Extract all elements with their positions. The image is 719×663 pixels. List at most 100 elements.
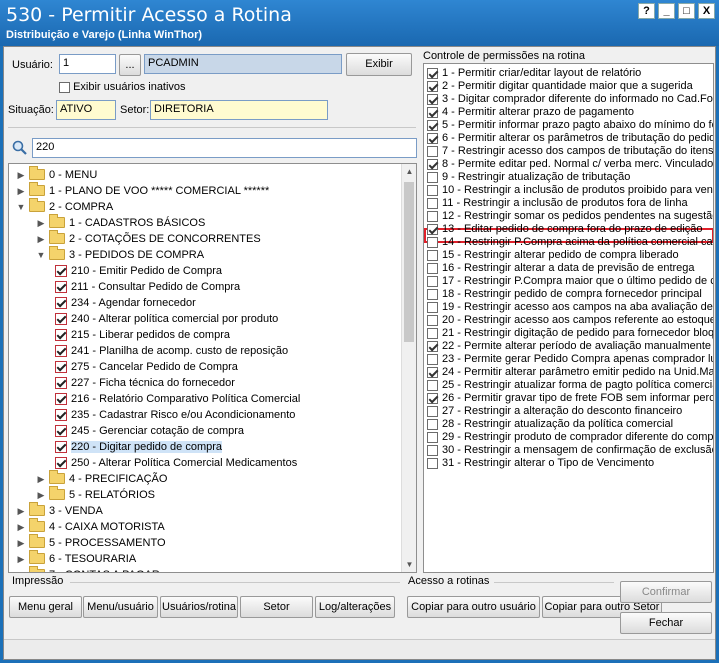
permission-checkbox[interactable] xyxy=(427,393,438,404)
exibir-button[interactable]: Exibir xyxy=(346,53,412,76)
permission-checkbox[interactable] xyxy=(427,263,438,274)
checkbox-checked-icon[interactable] xyxy=(55,393,67,405)
tree-folder-item[interactable]: ▶ 2 - COTAÇÕES DE CONCORRENTES xyxy=(35,230,261,247)
routine-tree[interactable]: ▲ ▼ ▶ 0 - MENU ▶ 1 - PLANO DE VOO ***** COM… xyxy=(8,163,417,573)
permission-checkbox[interactable] xyxy=(427,120,438,131)
checkbox-checked-icon[interactable] xyxy=(55,281,67,293)
permission-item[interactable]: 23 - Permite gerar Pedido Compra apenas … xyxy=(427,353,713,366)
permission-item[interactable]: 14 - Restringir P.Compra acima da políti… xyxy=(427,236,713,249)
checkbox-checked-icon[interactable] xyxy=(55,345,67,357)
permission-checkbox[interactable] xyxy=(427,302,438,313)
chevron-right-icon[interactable]: ▶ xyxy=(15,167,27,183)
permission-checkbox[interactable] xyxy=(427,250,438,261)
tree-routine-item[interactable]: 240 - Alterar política comercial por pro… xyxy=(53,311,278,327)
tree-routine-item[interactable]: 216 - Relatório Comparativo Política Com… xyxy=(53,391,300,407)
permission-checkbox[interactable] xyxy=(427,367,438,378)
permission-checkbox[interactable] xyxy=(427,276,438,287)
checkbox-checked-icon[interactable] xyxy=(55,265,67,277)
search-input[interactable]: 220 xyxy=(32,138,417,158)
chevron-down-icon[interactable]: ▼ xyxy=(35,247,47,263)
setor-button[interactable]: Setor xyxy=(240,596,313,618)
checkbox-checked-icon[interactable] xyxy=(55,297,67,309)
tree-routine-item[interactable]: 211 - Consultar Pedido de Compra xyxy=(53,279,240,295)
chevron-right-icon[interactable]: ▶ xyxy=(35,231,47,247)
checkbox-checked-icon[interactable] xyxy=(55,377,67,389)
tree-folder-item[interactable]: ▶ 5 - PROCESSAMENTO xyxy=(15,534,166,551)
usuario-code-input[interactable]: 1 xyxy=(59,54,116,74)
tree-routine-item[interactable]: 227 - Ficha técnica do fornecedor xyxy=(53,375,235,391)
permission-item[interactable]: 7 - Restringir acesso dos campos de trib… xyxy=(427,145,713,158)
permission-checkbox[interactable] xyxy=(427,146,438,157)
chevron-right-icon[interactable]: ▶ xyxy=(35,487,47,503)
permission-checkbox[interactable] xyxy=(427,94,438,105)
tree-routine-item[interactable]: 250 - Alterar Política Comercial Medicam… xyxy=(53,455,297,471)
tree-routine-item[interactable]: 241 - Planilha de acomp. custo de reposi… xyxy=(53,343,288,359)
permission-item[interactable]: 12 - Restringir somar os pedidos pendent… xyxy=(427,210,713,223)
fechar-button[interactable]: Fechar xyxy=(620,612,712,634)
permission-item[interactable]: 3 - Digitar comprador diferente do infor… xyxy=(427,93,713,106)
permission-item[interactable]: 28 - Restringir atualização da política … xyxy=(427,418,673,431)
chevron-right-icon[interactable]: ▶ xyxy=(15,535,27,551)
permission-checkbox[interactable] xyxy=(427,172,438,183)
minimize-button[interactable]: _ xyxy=(658,3,675,19)
permission-checkbox[interactable] xyxy=(427,406,438,417)
permission-item[interactable]: 5 - Permitir informar prazo pagto abaixo… xyxy=(427,119,713,132)
permission-item[interactable]: 26 - Permitir gravar tipo de frete FOB s… xyxy=(427,392,713,405)
tree-routine-item[interactable]: 245 - Gerenciar cotação de compra xyxy=(53,423,244,439)
permission-item[interactable]: 20 - Restringir acesso aos campos refere… xyxy=(427,314,713,327)
permission-checkbox[interactable] xyxy=(427,354,438,365)
chevron-right-icon[interactable]: ▶ xyxy=(15,519,27,535)
tree-folder-item[interactable]: ▶ 4 - PRECIFICAÇÃO xyxy=(35,470,167,487)
usuarios-rotina-button[interactable]: Usuários/rotina xyxy=(160,596,238,618)
tree-routine-item[interactable]: 220 - Digitar pedido de compra xyxy=(53,439,223,455)
tree-folder-item[interactable]: ▶ 1 - PLANO DE VOO ***** COMERCIAL ****** xyxy=(15,182,269,199)
permission-item[interactable]: 13 - Editar pedido de compra fora do pra… xyxy=(427,223,703,236)
checkbox-checked-icon[interactable] xyxy=(55,425,67,437)
tree-scrollbar[interactable]: ▲ ▼ xyxy=(401,164,416,572)
permission-checkbox[interactable] xyxy=(427,211,438,222)
tree-folder-item[interactable]: ▶ 4 - CAIXA MOTORISTA xyxy=(15,518,165,535)
permission-item[interactable]: 6 - Permitir alterar os parâmetros de tr… xyxy=(427,132,713,145)
tree-folder-item[interactable]: ▼ 3 - PEDIDOS DE COMPRA xyxy=(35,246,204,263)
scroll-down-icon[interactable]: ▼ xyxy=(402,557,416,572)
permission-item[interactable]: 1 - Permitir criar/editar layout de rela… xyxy=(427,67,641,80)
permission-item[interactable]: 29 - Restringir produto de comprador dif… xyxy=(427,431,713,444)
permission-item[interactable]: 22 - Permite alterar período de avaliaçã… xyxy=(427,340,711,353)
permission-item[interactable]: 27 - Restringir a alteração do desconto … xyxy=(427,405,682,418)
permission-checkbox[interactable] xyxy=(427,198,438,209)
menu-usuario-button[interactable]: Menu/usuário xyxy=(83,596,158,618)
checkbox-checked-icon[interactable] xyxy=(55,313,67,325)
permission-checkbox[interactable] xyxy=(427,237,438,248)
tree-routine-item[interactable]: 215 - Liberar pedidos de compra xyxy=(53,327,230,343)
permission-item[interactable]: 11 - Restringir a inclusão de produtos f… xyxy=(427,197,688,210)
chevron-right-icon[interactable]: ▶ xyxy=(15,567,27,572)
permission-item[interactable]: 25 - Restringir atualizar forma de pagto… xyxy=(427,379,713,392)
chevron-right-icon[interactable]: ▶ xyxy=(15,503,27,519)
permission-item[interactable]: 10 - Restringir a inclusão de produtos p… xyxy=(427,184,713,197)
permission-checkbox[interactable] xyxy=(427,432,438,443)
checkbox-checked-icon[interactable] xyxy=(55,329,67,341)
permission-item[interactable]: 24 - Permitir alterar parâmetro emitir p… xyxy=(427,366,713,379)
scroll-up-icon[interactable]: ▲ xyxy=(402,164,416,179)
tree-folder-item[interactable]: ▶ 0 - MENU xyxy=(15,166,97,183)
permission-checkbox[interactable] xyxy=(427,224,438,235)
tree-routine-item[interactable]: 210 - Emitir Pedido de Compra xyxy=(53,263,222,279)
permission-checkbox[interactable] xyxy=(427,419,438,430)
checkbox-checked-icon[interactable] xyxy=(55,441,67,453)
permission-checkbox[interactable] xyxy=(427,68,438,79)
inativos-checkbox[interactable] xyxy=(59,81,70,93)
permission-item[interactable]: 9 - Restringir atualização de tributação xyxy=(427,171,630,184)
tree-folder-item[interactable]: ▶ 6 - TESOURARIA xyxy=(15,550,136,567)
log-alteracoes-button[interactable]: Log/alterações xyxy=(315,596,395,618)
tree-folder-item[interactable]: ▶ 3 - VENDA xyxy=(15,502,103,519)
tree-folder-item[interactable]: ▶ 7 - CONTAS A PAGAR xyxy=(15,566,160,572)
checkbox-checked-icon[interactable] xyxy=(55,409,67,421)
copiar-usuario-button[interactable]: Copiar para outro usuário xyxy=(407,596,540,618)
chevron-right-icon[interactable]: ▶ xyxy=(35,215,47,231)
tree-folder-item[interactable]: ▼ 2 - COMPRA xyxy=(15,198,113,215)
confirmar-button[interactable]: Confirmar xyxy=(620,581,712,603)
tree-routine-item[interactable]: 235 - Cadastrar Risco e/ou Acondicioname… xyxy=(53,407,295,423)
maximize-button[interactable]: □ xyxy=(678,3,695,19)
permission-checkbox[interactable] xyxy=(427,289,438,300)
permission-item[interactable]: 31 - Restringir alterar o Tipo de Vencim… xyxy=(427,457,654,470)
